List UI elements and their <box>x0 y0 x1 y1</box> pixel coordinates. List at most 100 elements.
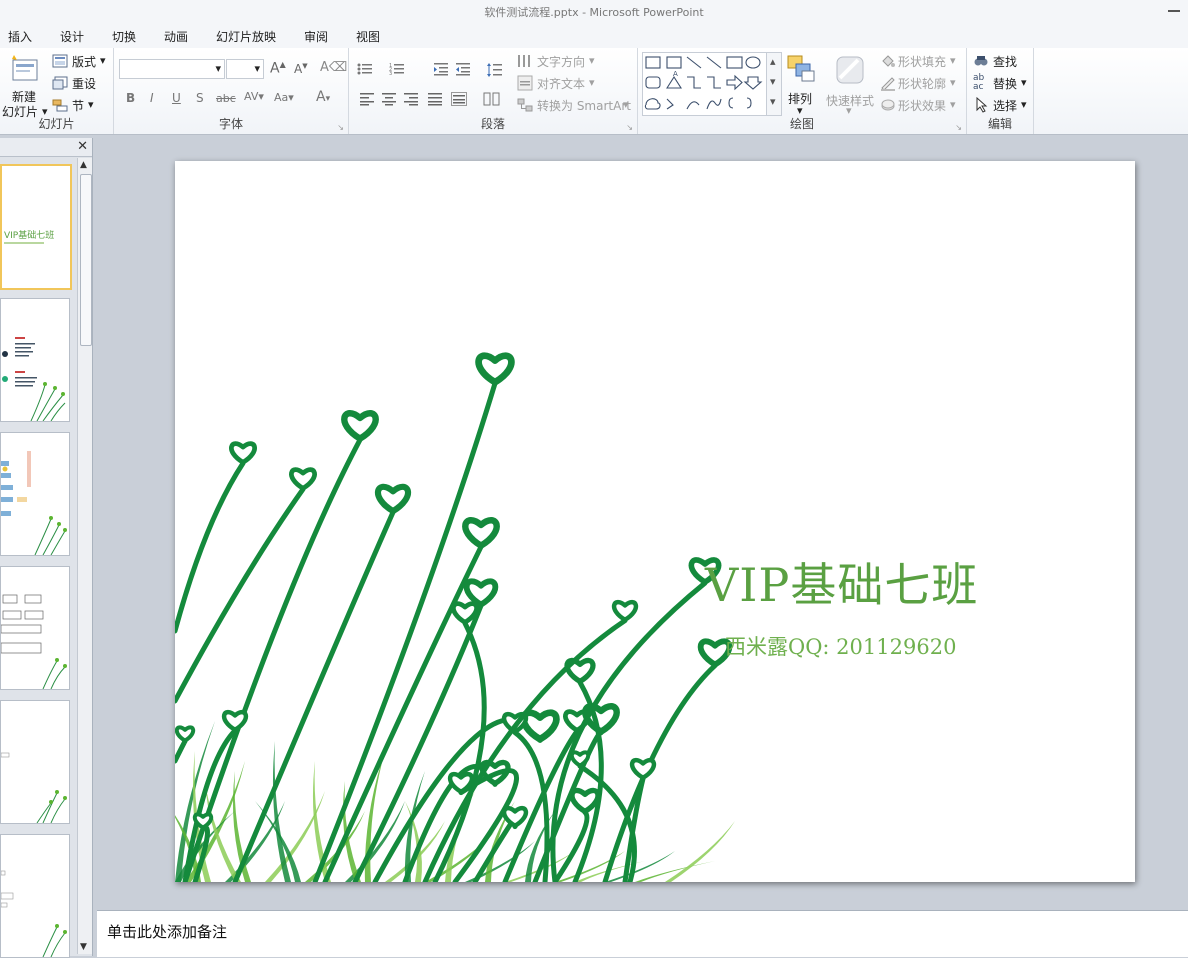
layout-button[interactable]: 版式 ▾ <box>52 52 110 72</box>
distributed-icon[interactable] <box>451 92 467 106</box>
minimize-icon[interactable] <box>1168 10 1180 12</box>
thumbnail-subtitle-line <box>4 242 44 244</box>
grow-font-icon[interactable]: A▲ <box>270 60 286 77</box>
align-text-label[interactable]: 对齐文本 <box>537 75 585 92</box>
slide-thumbnail-2[interactable] <box>0 298 70 422</box>
chevron-down-icon: ▾ <box>589 54 595 67</box>
quick-styles-button[interactable]: 快速样式 ▾ <box>824 52 876 118</box>
heart-icon <box>611 599 639 623</box>
thumbnail-content <box>1 594 67 689</box>
scroll-up-icon[interactable]: ▲ <box>80 160 87 170</box>
align-left-icon[interactable] <box>359 92 375 106</box>
heart-icon <box>629 757 657 781</box>
slide-thumbnail-4[interactable] <box>0 566 70 690</box>
thumbnail-title: VIP基础七班 <box>4 231 55 241</box>
text-direction-label[interactable]: 文字方向 <box>537 53 585 70</box>
tab-review[interactable]: 审阅 <box>304 28 328 45</box>
tab-slideshow[interactable]: 幻灯片放映 <box>216 28 276 45</box>
select-label[interactable]: 选择 <box>993 97 1017 114</box>
chevron-down-icon: ▾ <box>254 62 260 75</box>
reset-label: 重设 <box>72 77 97 91</box>
shapes-gallery[interactable]: A ▴ ▾ ▾ <box>642 52 782 116</box>
slide-title[interactable]: VIP基础七班 <box>705 549 978 615</box>
heart-flowers-artwork <box>175 352 735 882</box>
scroll-down-icon[interactable]: ▼ <box>80 942 87 952</box>
align-text-icon <box>517 75 533 91</box>
chevron-down-icon: ▾ <box>215 62 221 75</box>
align-right-icon[interactable] <box>403 92 419 106</box>
slide-thumbnail-3[interactable] <box>0 432 70 556</box>
editing-group: 查找 ab ac 替换 ▾ 选择 ▾ 编辑 <box>967 48 1034 134</box>
change-case-icon[interactable]: Aa▾ <box>274 91 294 104</box>
chevron-down-icon: ▾ <box>589 76 595 89</box>
dialog-launcher-icon[interactable]: ↘ <box>337 123 344 132</box>
tab-animations[interactable]: 动画 <box>164 28 188 45</box>
strikethrough-icon[interactable]: abc <box>216 92 236 105</box>
notes-pane[interactable]: 单击此处添加备注 <box>97 910 1188 957</box>
underline-icon[interactable]: U <box>172 91 181 105</box>
chevron-down-icon: ▾ <box>1021 76 1027 89</box>
heart-icon <box>289 467 317 491</box>
line-spacing-icon[interactable] <box>487 62 503 78</box>
text-direction-icon <box>518 55 530 67</box>
shape-fill-icon <box>882 55 895 67</box>
font-name-combo[interactable]: ▾ <box>119 59 225 79</box>
ribbon: 新建 幻灯片 ▾ 版式 ▾ 重设 节 ▾ 幻灯片 ▾ ▾ A▲ A▼ A⌫ B … <box>0 48 1188 135</box>
slide-thumbnail-5[interactable] <box>0 700 70 824</box>
shape-outline-label[interactable]: 形状轮廓 <box>898 75 946 92</box>
tab-transitions[interactable]: 切换 <box>112 28 136 45</box>
slide-thumbnail-1[interactable]: VIP基础七班 <box>0 164 72 290</box>
justify-icon[interactable] <box>427 92 443 106</box>
heart-icon <box>462 517 500 549</box>
flower-stem <box>175 460 246 634</box>
tab-design[interactable]: 设计 <box>60 28 84 45</box>
shadow-icon[interactable]: S <box>196 91 204 105</box>
shape-effects-label[interactable]: 形状效果 <box>898 97 946 114</box>
dialog-launcher-icon[interactable]: ↘ <box>626 123 633 132</box>
align-center-icon[interactable] <box>381 92 397 106</box>
font-group-label: 字体 <box>218 117 243 131</box>
bold-icon[interactable]: B <box>126 91 135 105</box>
columns-icon[interactable] <box>483 92 501 106</box>
replace-icon: ab ac <box>973 73 985 92</box>
font-color-icon[interactable]: A▾ <box>316 89 330 105</box>
slides-pane: ✕ VIP基础七班 ▲ ▼ <box>0 138 93 958</box>
slide-thumbnail-6[interactable] <box>0 834 70 958</box>
convert-smartart-label[interactable]: 转换为 SmartArt <box>537 97 631 114</box>
scrollbar-thumb[interactable] <box>80 174 92 346</box>
increase-indent-icon[interactable] <box>455 62 471 76</box>
tab-insert[interactable]: 插入 <box>8 28 32 45</box>
font-size-combo[interactable]: ▾ <box>226 59 264 79</box>
reset-button[interactable]: 重设 <box>52 74 102 94</box>
clear-format-icon[interactable]: A⌫ <box>320 60 347 75</box>
dialog-launcher-icon[interactable]: ↘ <box>955 123 962 132</box>
arrange-button[interactable]: 排列 ▾ <box>784 52 818 118</box>
slide-canvas[interactable]: VIP基础七班 西米露QQ: 201129620 <box>175 161 1135 882</box>
new-slide-button[interactable]: 新建 幻灯片 ▾ <box>2 52 48 119</box>
tab-view[interactable]: 视图 <box>356 28 380 45</box>
shape-fill-label[interactable]: 形状填充 <box>898 53 946 70</box>
svg-text:A: A <box>673 70 678 78</box>
find-icon <box>974 56 988 66</box>
char-spacing-icon[interactable]: AV▾ <box>244 90 264 103</box>
shape-outline-icon <box>881 77 895 91</box>
thumbnail-content <box>2 337 66 421</box>
find-label[interactable]: 查找 <box>993 53 1017 70</box>
editing-group-label: 编辑 <box>987 117 1012 131</box>
gallery-scroll[interactable]: ▴ ▾ ▾ <box>766 53 781 115</box>
chevron-down-icon: ▾ <box>1021 98 1027 111</box>
chevron-down-icon: ▾ <box>623 98 629 111</box>
slide-subtitle[interactable]: 西米露QQ: 201129620 <box>725 631 956 661</box>
thumbnail-content <box>1 870 67 957</box>
italic-icon[interactable]: I <box>150 91 154 105</box>
bullets-icon[interactable] <box>357 62 373 76</box>
close-icon[interactable]: ✕ <box>77 139 88 154</box>
numbering-icon[interactable]: 123 <box>389 62 405 76</box>
shrink-font-icon[interactable]: A▼ <box>294 62 308 76</box>
replace-label[interactable]: 替换 <box>993 75 1017 92</box>
section-button[interactable]: 节 ▾ <box>52 96 102 116</box>
window-title: 软件测试流程.pptx - Microsoft PowerPoint <box>484 6 704 19</box>
slides-group: 新建 幻灯片 ▾ 版式 ▾ 重设 节 ▾ 幻灯片 <box>0 48 114 134</box>
decrease-indent-icon[interactable] <box>433 62 449 76</box>
slides-pane-scrollbar[interactable]: ▲ ▼ <box>77 158 92 954</box>
